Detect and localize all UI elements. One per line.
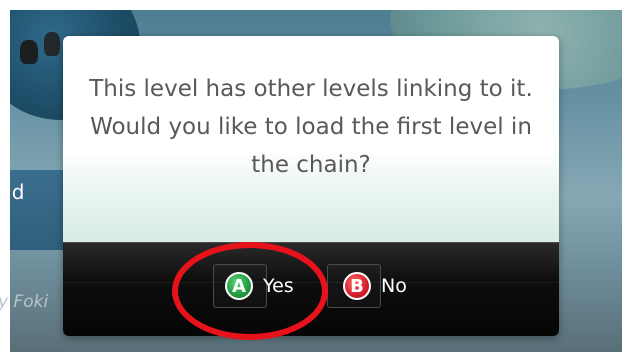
background-rock (44, 32, 60, 56)
no-button[interactable]: B No (333, 264, 433, 308)
yes-button[interactable]: A Yes (213, 264, 319, 308)
yes-button-label: Yes (263, 275, 294, 297)
no-button-label: No (381, 275, 407, 297)
dialog-body: This level has other levels linking to i… (63, 36, 559, 242)
a-button-icon: A (225, 272, 253, 300)
background-caption: y Foki (0, 292, 49, 312)
confirm-dialog: This level has other levels linking to i… (63, 36, 559, 336)
world-tile-label: rld (0, 180, 25, 204)
background-rock (20, 40, 38, 64)
b-button-icon: B (343, 272, 371, 300)
dialog-message: This level has other levels linking to i… (89, 76, 533, 178)
